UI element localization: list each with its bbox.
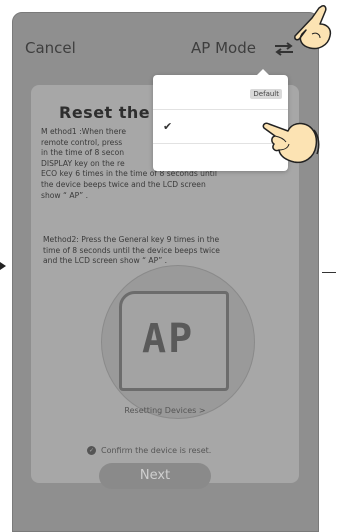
method1-line: show “ AP” . [41, 190, 89, 200]
phone-screen: Cancel AP Mode Reset the d M ethod1 :Whe… [12, 12, 319, 532]
method2-text: Method2: Press the General key 9 times i… [43, 235, 283, 267]
method1-line: the device beeps twice and the LCD scree… [41, 179, 206, 189]
method2-line: time of 8 seconds until the device beeps… [43, 245, 220, 255]
checkmark-icon: ✔ [163, 120, 173, 133]
mode-title: AP Mode [191, 39, 256, 57]
checkbox-checked-icon: ✓ [87, 446, 96, 455]
default-badge: Default [250, 89, 282, 99]
confirm-reset-checkbox[interactable]: ✓ Confirm the device is reset. [87, 446, 211, 455]
top-bar: Cancel AP Mode [13, 13, 318, 77]
side-pointer-arrow [0, 262, 6, 270]
cancel-button[interactable]: Cancel [25, 39, 76, 57]
lcd-screen: AP [119, 291, 229, 391]
pointing-hand-icon [294, 5, 332, 50]
dropdown-pointer [256, 69, 270, 76]
resetting-devices-link[interactable]: Resetting Devices > [31, 406, 299, 415]
confirm-label: Confirm the device is reset. [101, 446, 212, 455]
pointing-hand-icon [262, 122, 320, 164]
card-title: Reset the d [59, 103, 169, 122]
method2-line: and the LCD screen show “ AP” . [43, 256, 168, 266]
next-button[interactable]: Next [99, 463, 211, 489]
side-pointer-line [322, 272, 336, 273]
lcd-ap-text: AP [142, 316, 195, 362]
method2-line: Method2: Press the General key 9 times i… [43, 235, 220, 244]
